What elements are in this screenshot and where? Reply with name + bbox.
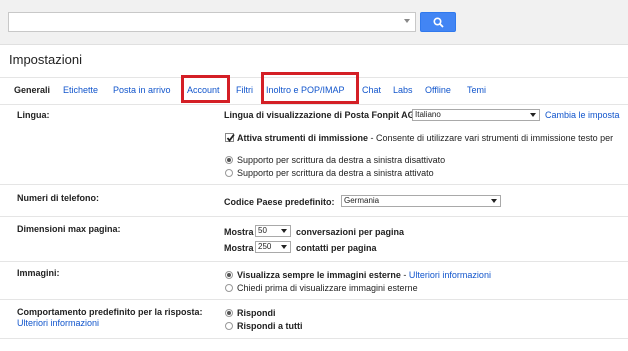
rtl-off-radio[interactable] — [225, 156, 233, 164]
change-language-link[interactable]: Cambia le imposta — [545, 110, 620, 120]
country-select-value: Germania — [344, 196, 380, 205]
images-more-info-link[interactable]: Ulteriori informazioni — [409, 270, 491, 280]
display-language-label: Lingua di visualizzazione di Posta Fonpi… — [224, 110, 418, 120]
images-label: Immagini: — [17, 268, 60, 278]
images-always-label: Visualizza sempre le immagini esterne — [237, 270, 401, 280]
dropdown-arrow-icon — [491, 199, 497, 203]
input-tools-label: Attiva strumenti di immissione — [237, 133, 369, 143]
section-divider — [0, 216, 628, 217]
reply-more-info-link[interactable]: Ulteriori informazioni — [17, 318, 99, 328]
input-tools-checkbox[interactable] — [225, 133, 235, 142]
tab-etichette[interactable]: Etichette — [63, 85, 98, 95]
input-tools-text: Attiva strumenti di immissione - Consent… — [237, 133, 613, 143]
conversations-suffix: conversazioni per pagina — [296, 227, 405, 237]
tab-filtri[interactable]: Filtri — [236, 85, 253, 95]
phone-label: Numeri di telefono: — [17, 193, 100, 203]
tab-chat[interactable]: Chat — [362, 85, 381, 95]
images-always-text: Visualizza sempre le immagini esterne - … — [237, 270, 491, 280]
contacts-suffix: contatti per pagina — [296, 243, 377, 253]
reply-label: Rispondi — [237, 308, 276, 318]
checkmark-icon — [226, 133, 235, 142]
tab-labs[interactable]: Labs — [393, 85, 413, 95]
highlight-account-box — [181, 75, 230, 103]
rtl-on-label: Supporto per scrittura da destra a sinis… — [237, 168, 434, 178]
language-select[interactable]: Italiano — [412, 109, 540, 121]
contacts-per-page-select[interactable]: 250 — [255, 241, 291, 253]
images-separator: - — [400, 270, 409, 280]
tab-offline[interactable]: Offline — [425, 85, 451, 95]
reply-all-radio[interactable] — [225, 322, 233, 330]
country-select[interactable]: Germania — [341, 195, 501, 207]
reply-radio[interactable] — [225, 309, 233, 317]
lingua-label: Lingua: — [17, 110, 50, 120]
search-button[interactable] — [420, 12, 456, 32]
show-contacts-label: Mostra — [224, 243, 254, 253]
reply-all-label: Rispondi a tutti — [237, 321, 303, 331]
country-code-label: Codice Paese predefinito: — [224, 197, 335, 207]
language-select-value: Italiano — [415, 110, 441, 119]
tab-posta-in-arrivo[interactable]: Posta in arrivo — [113, 85, 171, 95]
show-conv-label: Mostra — [224, 227, 254, 237]
tab-temi[interactable]: Temi — [467, 85, 486, 95]
images-always-radio[interactable] — [225, 271, 233, 279]
input-tools-desc: - Consente di utilizzare vari strumenti … — [368, 133, 614, 143]
highlight-forwarding-box — [261, 72, 359, 104]
images-ask-label: Chiedi prima di visualizzare immagini es… — [237, 283, 418, 293]
tab-generali[interactable]: Generali — [14, 85, 50, 95]
section-divider — [0, 184, 628, 185]
dropdown-arrow-icon — [530, 113, 536, 117]
section-divider — [0, 338, 628, 339]
dropdown-arrow-icon — [281, 245, 287, 249]
page-size-label: Dimensioni max pagina: — [17, 224, 121, 234]
section-divider — [0, 261, 628, 262]
contacts-select-value: 250 — [258, 242, 272, 251]
rtl-off-label: Supporto per scrittura da destra a sinis… — [237, 155, 446, 165]
reply-behavior-label: Comportamento predefinito per la rispost… — [17, 307, 203, 317]
conversations-select-value: 50 — [258, 226, 267, 235]
conversations-per-page-select[interactable]: 50 — [255, 225, 291, 237]
dropdown-arrow-icon — [281, 229, 287, 233]
rtl-on-radio[interactable] — [225, 169, 233, 177]
images-ask-radio[interactable] — [225, 284, 233, 292]
section-divider — [0, 299, 628, 300]
search-icon — [433, 17, 444, 28]
page-title: Impostazioni — [9, 52, 82, 67]
tabs-divider — [0, 104, 628, 105]
search-input[interactable] — [8, 12, 416, 32]
search-options-caret-icon[interactable] — [404, 19, 410, 23]
top-bar — [0, 0, 628, 45]
